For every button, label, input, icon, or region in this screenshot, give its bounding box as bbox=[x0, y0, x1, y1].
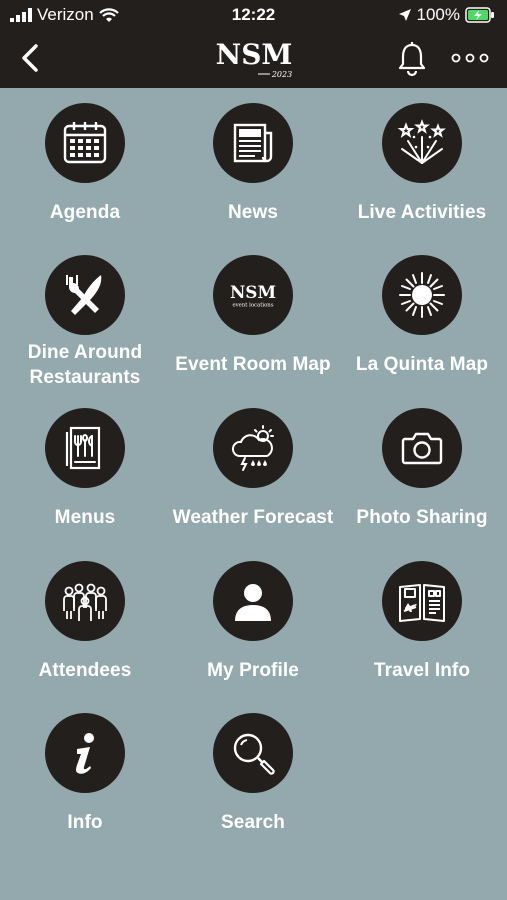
circle bbox=[45, 255, 125, 335]
menu-label: Agenda bbox=[49, 202, 121, 223]
circle bbox=[382, 408, 462, 488]
back-arrow-icon bbox=[22, 44, 38, 72]
circle bbox=[213, 408, 293, 488]
menu-item-event-room-map[interactable]: NSM event locations Event Room Map bbox=[169, 240, 337, 390]
circle bbox=[213, 103, 293, 183]
more-options-button[interactable] bbox=[448, 44, 492, 72]
menu-item-agenda[interactable]: Agenda bbox=[1, 88, 169, 238]
weather-cloud-icon bbox=[231, 425, 274, 471]
circle bbox=[382, 255, 462, 335]
circle bbox=[45, 408, 125, 488]
menu-item-weather-forecast[interactable]: Weather Forecast bbox=[169, 393, 337, 543]
menu-label: Attendees bbox=[38, 660, 132, 681]
menu-label: News bbox=[227, 202, 279, 223]
menu-label: Event Room Map bbox=[175, 354, 331, 375]
camera-icon bbox=[401, 432, 443, 465]
sun-burst-icon bbox=[399, 272, 445, 318]
notifications-button[interactable] bbox=[394, 40, 430, 78]
battery-percent: 100% bbox=[416, 5, 460, 24]
magnifier-icon bbox=[233, 733, 275, 775]
menu-book-icon bbox=[65, 426, 101, 470]
menu-item-live-activities[interactable]: Live Activities bbox=[338, 88, 506, 238]
menu-item-my-profile[interactable]: My Profile bbox=[169, 546, 337, 696]
menu-item-la-quinta-map[interactable]: La Quinta Map bbox=[338, 240, 506, 390]
menu-item-search[interactable]: Search bbox=[169, 698, 337, 848]
calendar-icon bbox=[63, 122, 107, 164]
menu-label: My Profile bbox=[207, 660, 299, 681]
nav-bar: NSM 2023 bbox=[0, 30, 507, 88]
icon-logo-text: NSM bbox=[230, 282, 276, 302]
circle bbox=[382, 103, 462, 183]
menu-label: Info bbox=[67, 812, 103, 833]
circle bbox=[213, 561, 293, 641]
circle bbox=[382, 561, 462, 641]
menu-label: Menus bbox=[54, 507, 116, 528]
fireworks-icon bbox=[397, 119, 446, 164]
top-bar: Verizon 12:22 100% NSM 2023 bbox=[0, 0, 507, 88]
menu-item-attendees[interactable]: Attendees bbox=[1, 546, 169, 696]
status-bar: Verizon 12:22 100% bbox=[0, 0, 507, 30]
menu-item-info[interactable]: Info bbox=[1, 698, 169, 848]
status-right: 100% bbox=[398, 5, 495, 25]
menu-label: Travel Info bbox=[373, 660, 471, 681]
menu-item-menus[interactable]: Menus bbox=[1, 393, 169, 543]
menu-item-news[interactable]: News bbox=[169, 88, 337, 238]
back-button[interactable] bbox=[14, 38, 48, 78]
menu-label: Photo Sharing bbox=[356, 507, 488, 528]
menu-label: Dine Around Restaurants bbox=[27, 342, 143, 388]
menu-item-photo-sharing[interactable]: Photo Sharing bbox=[338, 393, 506, 543]
circle bbox=[45, 713, 125, 793]
people-group-icon bbox=[63, 583, 107, 621]
fork-knife-icon bbox=[66, 275, 102, 315]
menu-label: La Quinta Map bbox=[355, 354, 489, 375]
circle bbox=[45, 561, 125, 641]
logo-text: NSM bbox=[216, 38, 293, 71]
nsm-event-locations-icon: NSM event locations bbox=[230, 282, 276, 308]
circle: NSM event locations bbox=[213, 255, 293, 335]
circle bbox=[45, 103, 125, 183]
app-logo: NSM 2023 bbox=[210, 36, 298, 82]
circle bbox=[213, 713, 293, 793]
menu-label: Weather Forecast bbox=[172, 507, 334, 528]
menu-label: Search bbox=[221, 812, 285, 833]
info-icon bbox=[76, 733, 94, 774]
logo-year: 2023 bbox=[271, 70, 292, 79]
menu-label: Live Activities bbox=[357, 202, 487, 223]
user-profile-icon bbox=[235, 584, 271, 621]
menu-item-travel-info[interactable]: Travel Info bbox=[338, 546, 506, 696]
menu-item-dine-around-restaurants[interactable]: Dine Around Restaurants bbox=[1, 240, 169, 390]
travel-map-icon bbox=[399, 584, 445, 622]
more-dots-icon bbox=[451, 53, 489, 63]
newspaper-icon bbox=[233, 123, 273, 163]
battery-charging-icon bbox=[465, 7, 494, 23]
icon-logo-subtext: event locations bbox=[233, 302, 274, 308]
bell-icon bbox=[398, 42, 426, 77]
location-arrow-icon bbox=[398, 9, 411, 21]
